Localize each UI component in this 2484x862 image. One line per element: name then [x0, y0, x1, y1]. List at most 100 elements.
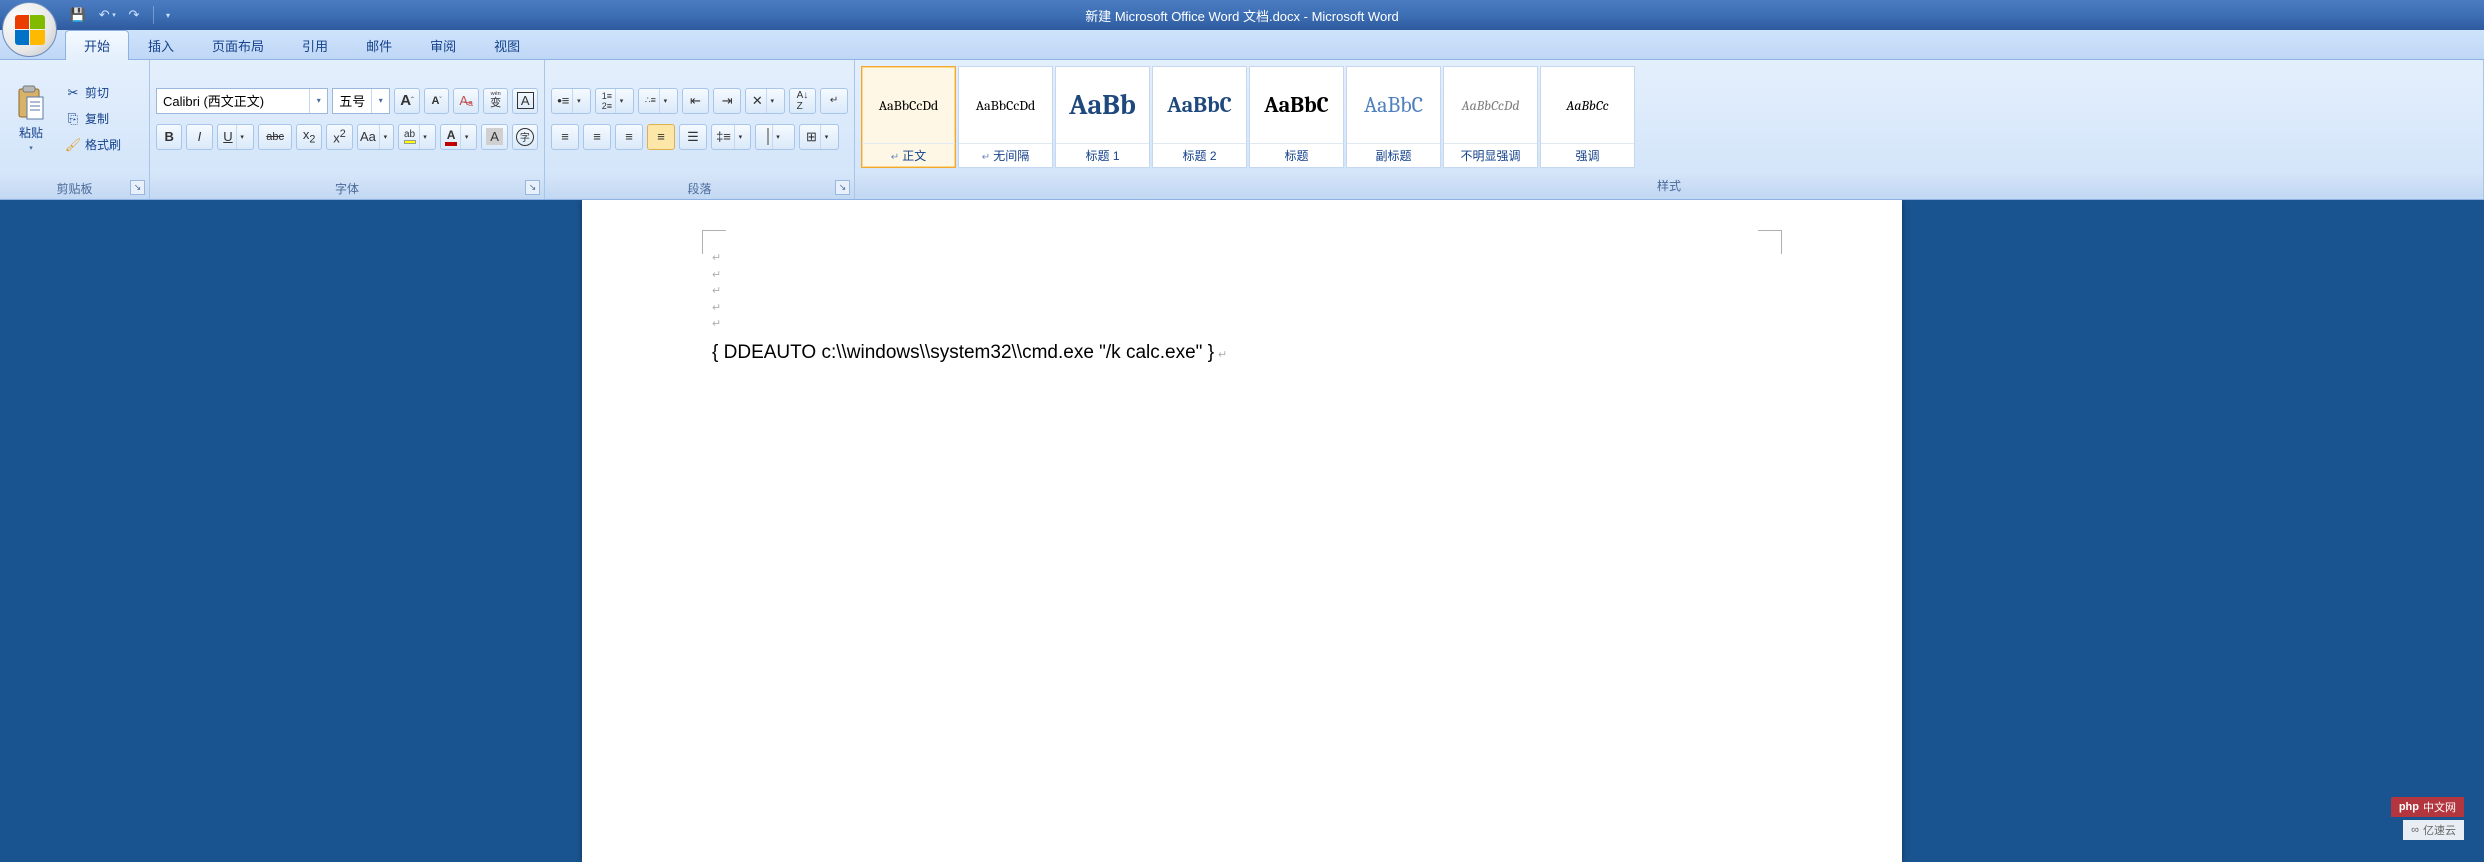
- char-shading-button[interactable]: A: [481, 124, 507, 150]
- redo-button[interactable]: ↷: [121, 3, 147, 27]
- shrink-font-button[interactable]: Aˇ: [424, 88, 450, 114]
- qat-customize-button[interactable]: ▾: [160, 3, 176, 27]
- align-right-button[interactable]: ≡: [615, 124, 643, 150]
- indent-icon: ⇥: [722, 93, 733, 109]
- align-right-icon: ≡: [625, 129, 633, 144]
- style-item-0[interactable]: AaBbCcDd正文: [861, 66, 956, 168]
- asian-layout-button[interactable]: ✕▾: [745, 88, 785, 114]
- font-name-combo[interactable]: Calibri (西文正文) ▾: [156, 88, 328, 114]
- borders-button[interactable]: ⊞▾: [799, 124, 839, 150]
- style-item-4[interactable]: AaBbC标题: [1249, 66, 1344, 168]
- para-mark-icon: ↵: [1218, 347, 1227, 364]
- align-left-button[interactable]: ≡: [551, 124, 579, 150]
- tab-review[interactable]: 审阅: [411, 30, 475, 59]
- highlight-icon: ab: [404, 129, 416, 144]
- char-shading-icon: A: [486, 128, 503, 145]
- strikethrough-button[interactable]: abc: [258, 124, 292, 150]
- group-label-clipboard: 剪贴板 ↘: [0, 177, 149, 199]
- phonetic-guide-button[interactable]: 变wén: [483, 88, 509, 114]
- superscript-button[interactable]: x2: [326, 124, 352, 150]
- document-area[interactable]: ↵ ↵ ↵ ↵ ↵ { DDEAUTO c:\\windows\\system3…: [0, 200, 2484, 862]
- case-icon: Aa: [360, 129, 376, 144]
- enclose-char-button[interactable]: 字: [512, 124, 538, 150]
- underline-button[interactable]: U▾: [217, 124, 255, 150]
- paragraph-launcher[interactable]: ↘: [835, 180, 850, 195]
- page[interactable]: ↵ ↵ ↵ ↵ ↵ { DDEAUTO c:\\windows\\system3…: [582, 200, 1902, 862]
- clear-formatting-button[interactable]: A̶ₐ: [453, 88, 479, 114]
- decrease-indent-button[interactable]: ⇤: [682, 88, 710, 114]
- format-painter-label: 格式刷: [85, 136, 121, 153]
- redo-icon: ↷: [126, 7, 142, 23]
- chevron-down-icon: ▾: [371, 89, 389, 113]
- numbering-button[interactable]: 1≡2≡▾: [595, 88, 635, 114]
- tab-page-layout[interactable]: 页面布局: [193, 30, 283, 59]
- grow-font-button[interactable]: Aˆ: [394, 88, 420, 114]
- style-item-2[interactable]: AaBb标题 1: [1055, 66, 1150, 168]
- strike-icon: abc: [266, 131, 284, 143]
- tab-view[interactable]: 视图: [475, 30, 539, 59]
- numbering-icon: 1≡2≡: [602, 91, 612, 111]
- group-label-styles: 样式: [855, 174, 2483, 196]
- office-button[interactable]: [2, 2, 57, 57]
- char-border-button[interactable]: A: [512, 88, 538, 114]
- style-item-5[interactable]: AaBbC副标题: [1346, 66, 1441, 168]
- align-center-button[interactable]: ≡: [583, 124, 611, 150]
- cut-button[interactable]: ✂剪切: [60, 81, 126, 104]
- group-label-paragraph: 段落 ↘: [545, 177, 854, 199]
- bold-button[interactable]: B: [156, 124, 182, 150]
- undo-button[interactable]: ↶▾: [93, 3, 119, 27]
- tab-references[interactable]: 引用: [283, 30, 347, 59]
- watermark-phpcn: phpphp 中文网 中文网: [2391, 797, 2464, 817]
- qat-separator: [153, 6, 154, 24]
- field-code-text[interactable]: { DDEAUTO c:\\windows\\system32\\cmd.exe…: [712, 339, 1214, 368]
- group-clipboard: 粘贴 ▾ ✂剪切 ⎘复制 🖌格式刷 剪贴板 ↘: [0, 60, 150, 199]
- char-border-icon: A: [517, 92, 534, 109]
- sort-button[interactable]: A↓Z: [789, 88, 817, 114]
- style-preview: AaBbCcDd: [862, 67, 955, 143]
- bullets-button[interactable]: •≡▾: [551, 88, 591, 114]
- highlight-button[interactable]: ab▾: [398, 124, 436, 150]
- save-button[interactable]: 💾: [65, 3, 91, 27]
- style-preview: AaBbC: [1250, 67, 1343, 143]
- show-marks-button[interactable]: ↵: [820, 88, 848, 114]
- title-bar: 💾 ↶▾ ↷ ▾ 新建 Microsoft Office Word 文档.doc…: [0, 0, 2484, 30]
- clipboard-launcher[interactable]: ↘: [130, 180, 145, 195]
- font-launcher[interactable]: ↘: [525, 180, 540, 195]
- multilevel-button[interactable]: ∴≡▾: [638, 88, 678, 114]
- asian-icon: ✕: [752, 93, 763, 109]
- style-name: 标题: [1250, 143, 1343, 167]
- subscript-button[interactable]: x2: [296, 124, 322, 150]
- tab-mailings[interactable]: 邮件: [347, 30, 411, 59]
- justify-button[interactable]: ≡: [647, 124, 675, 150]
- change-case-button[interactable]: Aa▾: [357, 124, 395, 150]
- enclose-icon: 字: [516, 128, 534, 146]
- style-item-6[interactable]: AaBbCcDd不明显强调: [1443, 66, 1538, 168]
- paste-label: 粘贴: [19, 124, 43, 141]
- format-painter-button[interactable]: 🖌格式刷: [60, 133, 126, 156]
- font-color-button[interactable]: A▾: [440, 124, 478, 150]
- style-item-3[interactable]: AaBbC标题 2: [1152, 66, 1247, 168]
- style-item-1[interactable]: AaBbCcDd无间隔: [958, 66, 1053, 168]
- paste-button[interactable]: 粘贴 ▾: [6, 64, 56, 173]
- style-name: 副标题: [1347, 143, 1440, 167]
- distributed-button[interactable]: ☰: [679, 124, 707, 150]
- line-spacing-button[interactable]: ‡≡▾: [711, 124, 751, 150]
- borders-icon: ⊞: [806, 129, 817, 145]
- document-content[interactable]: ↵ ↵ ↵ ↵ ↵ { DDEAUTO c:\\windows\\system3…: [582, 240, 1902, 367]
- tab-insert[interactable]: 插入: [129, 30, 193, 59]
- shading-button[interactable]: ▾: [755, 124, 795, 150]
- tab-home[interactable]: 开始: [65, 30, 129, 60]
- style-item-7[interactable]: AaBbCc强调: [1540, 66, 1635, 168]
- group-font: Calibri (西文正文) ▾ 五号 ▾ Aˆ Aˇ A̶ₐ 变wén A B…: [150, 60, 545, 199]
- para-mark-icon: ↵: [712, 316, 721, 333]
- shading-icon: [767, 129, 769, 144]
- pilcrow-icon: ↵: [830, 95, 838, 106]
- watermark-yisu: ∞ 亿速云: [2403, 820, 2464, 840]
- copy-button[interactable]: ⎘复制: [60, 107, 126, 130]
- italic-button[interactable]: I: [186, 124, 212, 150]
- justify-icon: ≡: [657, 129, 665, 144]
- increase-indent-button[interactable]: ⇥: [713, 88, 741, 114]
- para-mark-icon: ↵: [712, 300, 721, 317]
- font-size-combo[interactable]: 五号 ▾: [332, 88, 390, 114]
- group-paragraph: •≡▾ 1≡2≡▾ ∴≡▾ ⇤ ⇥ ✕▾ A↓Z ↵ ≡ ≡ ≡ ≡ ☰ ‡≡▾…: [545, 60, 855, 199]
